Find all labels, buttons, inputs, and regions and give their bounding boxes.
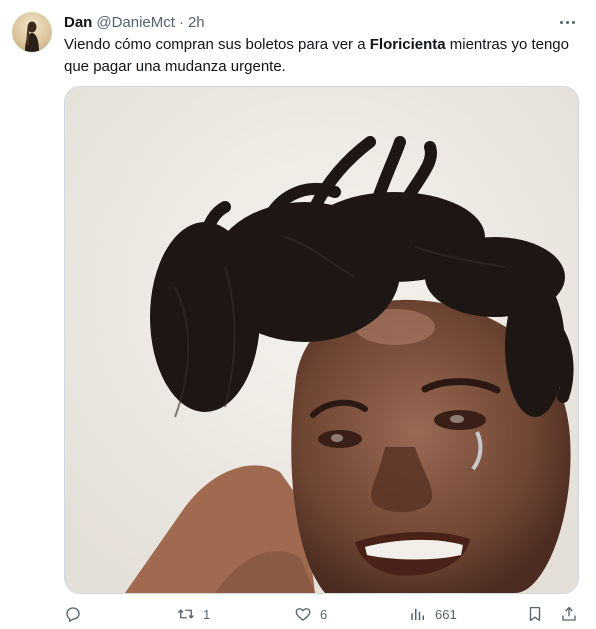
- views-chart-icon: [411, 608, 424, 620]
- reply-button[interactable]: [64, 603, 90, 625]
- tweet-actions-bar: 1 6 661: [64, 603, 578, 625]
- tweet-header: Dan @DanieMct · 2h: [64, 12, 205, 32]
- tweet-text-bold: Floricienta: [369, 36, 446, 53]
- retweet-button[interactable]: 1: [177, 603, 210, 625]
- tweet-media-image[interactable]: [64, 86, 579, 594]
- crying-person-photo: [65, 87, 578, 593]
- share-button[interactable]: [560, 603, 578, 625]
- bookmark-icon: [529, 606, 541, 622]
- author-name[interactable]: Dan: [64, 14, 92, 31]
- heart-icon: [295, 608, 311, 621]
- share-icon: [562, 606, 576, 621]
- reply-icon: [66, 607, 80, 622]
- separator-dot: ·: [178, 13, 184, 31]
- tweet-timestamp[interactable]: 2h: [188, 14, 205, 31]
- bookmark-button[interactable]: [526, 603, 544, 625]
- retweet-count: 1: [203, 606, 211, 622]
- tweet-text-part1: Viendo cómo compran sus boletos para ver…: [64, 36, 370, 53]
- like-count: 6: [320, 606, 328, 622]
- tweet-card[interactable]: Dan @DanieMct · 2h Viendo cómo compran s…: [0, 0, 596, 629]
- author-handle[interactable]: @DanieMct: [96, 14, 175, 31]
- retweet-icon: [178, 609, 194, 619]
- tweet-text: Viendo cómo compran sus boletos para ver…: [64, 34, 574, 78]
- more-options-button[interactable]: [556, 12, 578, 32]
- avatar[interactable]: [12, 12, 52, 52]
- views-button[interactable]: 661: [409, 603, 457, 625]
- like-button[interactable]: 6: [294, 603, 327, 625]
- avatar-image: [25, 21, 39, 52]
- more-horizontal-icon: [558, 20, 576, 24]
- views-count: 661: [435, 606, 457, 622]
